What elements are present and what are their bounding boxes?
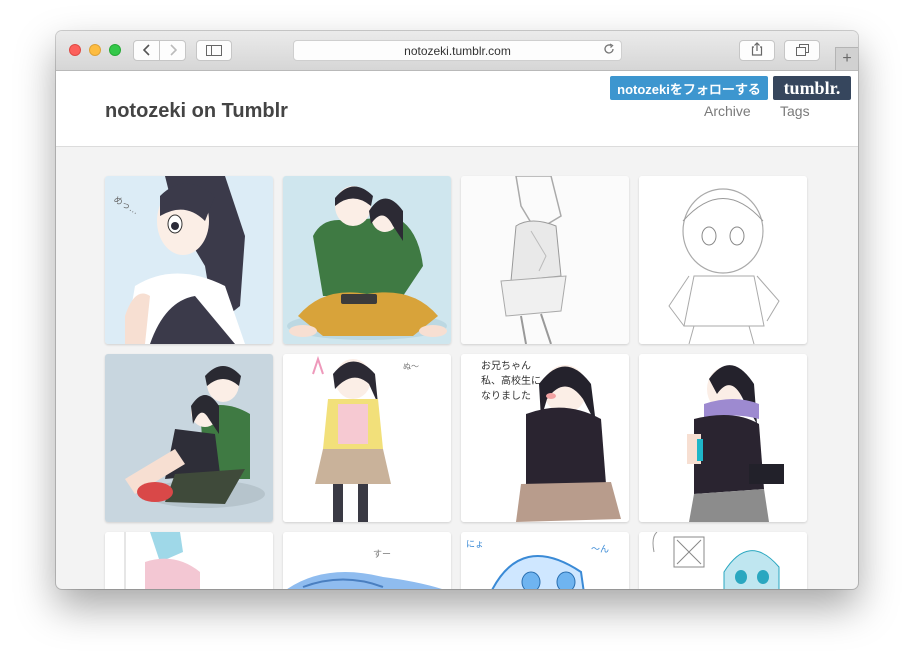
tags-link[interactable]: Tags (780, 103, 810, 119)
page-title[interactable]: notozeki on Tumblr (105, 100, 288, 123)
sidebar-icon (206, 43, 222, 59)
reload-icon[interactable] (603, 43, 615, 58)
svg-text:お兄ちゃん: お兄ちゃん (481, 360, 531, 372)
close-window-button[interactable] (69, 44, 81, 56)
illustration-image (105, 354, 273, 522)
tumblr-logo[interactable]: tumblr. (773, 76, 851, 100)
minimize-window-button[interactable] (89, 44, 101, 56)
svg-text:ぬ〜: ぬ〜 (403, 362, 419, 371)
tabs-overview-icon (795, 43, 809, 59)
svg-text:なりました: なりました (481, 390, 531, 402)
illustration-image (105, 532, 273, 589)
illustration-image: お兄ちゃん 私、高校生に なりました (461, 354, 629, 522)
illustration-image: すー (283, 532, 451, 589)
address-bar[interactable]: notozeki.tumblr.com (293, 40, 622, 61)
photo-thumbnail[interactable]: ぬ〜 (283, 354, 451, 522)
photo-thumbnail[interactable] (639, 532, 807, 589)
url-text: notozeki.tumblr.com (404, 43, 511, 58)
photo-thumbnail[interactable] (461, 176, 629, 344)
blog-header: notozeki on Tumblr notozekiをフォローする tumbl… (56, 71, 858, 147)
photo-thumbnail[interactable] (639, 176, 807, 344)
illustration-image: にょ 〜ん (461, 532, 629, 589)
forward-button[interactable] (159, 40, 186, 61)
svg-text:〜ん: 〜ん (591, 544, 609, 554)
illustration-image (639, 532, 807, 589)
illustration-image (639, 176, 807, 344)
photo-thumbnail[interactable] (283, 176, 451, 344)
illustration-image: めっ… (105, 176, 273, 344)
chevron-right-icon (169, 43, 177, 59)
photo-thumbnail[interactable] (639, 354, 807, 522)
photo-thumbnail[interactable]: すー (283, 532, 451, 589)
photo-thumbnail[interactable]: にょ 〜ん (461, 532, 629, 589)
share-button[interactable] (739, 40, 775, 61)
svg-text:すー: すー (373, 549, 391, 559)
archive-link[interactable]: Archive (704, 103, 751, 119)
illustration-image (461, 176, 629, 344)
zoom-window-button[interactable] (109, 44, 121, 56)
sidebar-toggle-button[interactable] (196, 40, 232, 61)
browser-window: notozeki.tumblr.com + notozeki on Tumblr… (56, 31, 858, 589)
illustration-image (639, 354, 807, 522)
plus-icon: + (842, 50, 852, 67)
photo-thumbnail[interactable] (105, 532, 273, 589)
follow-button[interactable]: notozekiをフォローする (610, 76, 768, 100)
browser-toolbar: notozeki.tumblr.com + (56, 31, 858, 71)
svg-text:にょ: にょ (466, 539, 484, 549)
chevron-left-icon (142, 43, 151, 59)
share-icon (751, 42, 763, 59)
new-tab-button[interactable]: + (835, 47, 858, 70)
show-tabs-button[interactable] (784, 40, 820, 61)
illustration-image: ぬ〜 (283, 354, 451, 522)
back-button[interactable] (133, 40, 160, 61)
photo-thumbnail[interactable]: めっ… (105, 176, 273, 344)
illustration-image (283, 176, 451, 344)
photo-thumbnail[interactable]: お兄ちゃん 私、高校生に なりました (461, 354, 629, 522)
photo-thumbnail[interactable] (105, 354, 273, 522)
svg-text:私、高校生に: 私、高校生に (481, 374, 541, 387)
